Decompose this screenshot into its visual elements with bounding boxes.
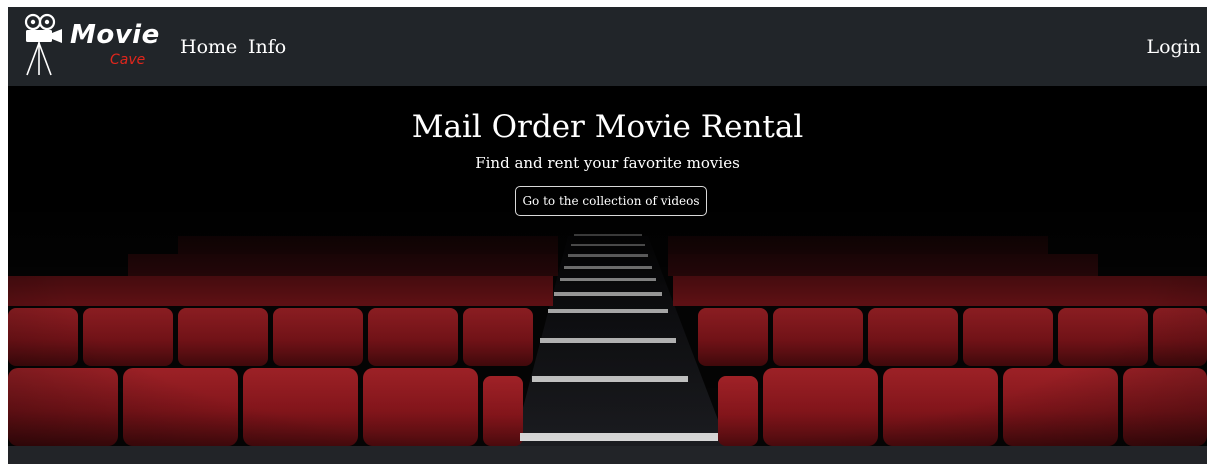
- brand-title: Movie: [70, 20, 160, 50]
- footer-strip: [8, 446, 1207, 464]
- movie-camera-icon: [24, 13, 62, 76]
- brand-subtitle: Cave: [110, 52, 146, 68]
- hero-title: Mail Order Movie Rental: [411, 109, 804, 145]
- page-frame: Movie Cave Home Info Login Mail Order Mo…: [8, 7, 1207, 464]
- navbar: Movie Cave Home Info Login: [8, 7, 1207, 86]
- hero-banner: Mail Order Movie Rental Find and rent yo…: [8, 86, 1207, 446]
- login-link[interactable]: Login: [1146, 35, 1201, 59]
- nav-link-info[interactable]: Info: [248, 35, 286, 59]
- nav-link-home[interactable]: Home: [180, 35, 237, 59]
- collection-button[interactable]: Go to the collection of videos: [515, 186, 707, 216]
- hero-subtitle: Find and rent your favorite movies: [475, 154, 740, 172]
- brand-logo-link[interactable]: Movie Cave: [22, 13, 159, 79]
